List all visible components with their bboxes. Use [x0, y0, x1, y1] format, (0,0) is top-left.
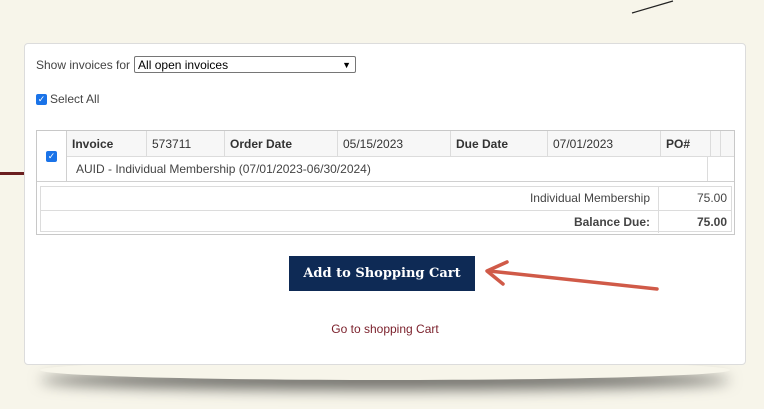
invoice-filter-row: Show invoices for All open invoices ▼ [36, 56, 357, 73]
po-label: PO# [661, 131, 711, 157]
invoice-header: ✓ Invoice 573711 Order Date 05/15/2023 D… [37, 131, 734, 182]
invoice-number: 573711 [147, 131, 225, 157]
line-item-amount: 75.00 [696, 191, 727, 205]
invoice-checkbox-cell: ✓ [37, 131, 67, 181]
select-all-checkbox[interactable]: ✓ [36, 93, 47, 105]
table-spacer-cell [721, 131, 734, 157]
line-item-label: Individual Membership [41, 187, 659, 210]
decorative-line [631, 0, 674, 14]
select-all-label[interactable]: Select All [50, 92, 99, 106]
filter-selected-value: All open invoices [138, 57, 229, 72]
invoice-description: AUID - Individual Membership (07/01/2023… [67, 157, 708, 181]
line-item-row: Individual Membership 75.00 [41, 187, 731, 210]
po-value [711, 131, 721, 157]
filter-label: Show invoices for [36, 57, 131, 72]
due-date-label: Due Date [451, 131, 548, 157]
order-date-label: Order Date [225, 131, 338, 157]
order-date-value: 05/15/2023 [338, 131, 451, 157]
balance-due-amount: 75.00 [696, 215, 727, 229]
balance-due-label: Balance Due: [41, 211, 659, 233]
go-to-shopping-cart-link[interactable]: Go to shopping Cart [25, 322, 745, 336]
add-to-shopping-cart-button[interactable]: Add to Shopping Cart [289, 256, 475, 291]
invoice-label: Invoice [67, 131, 147, 157]
invoice-line-items: Individual Membership 75.00 Balance Due:… [40, 186, 732, 233]
invoice-checkbox[interactable]: ✓ [46, 150, 57, 162]
invoice-table: ✓ Invoice 573711 Order Date 05/15/2023 D… [36, 130, 735, 235]
due-date-value: 07/01/2023 [548, 131, 661, 157]
invoice-panel: Show invoices for All open invoices ▼ ✓ … [24, 43, 746, 365]
chevron-down-icon: ▼ [342, 59, 352, 70]
invoice-meta-row: Invoice 573711 Order Date 05/15/2023 Due… [67, 131, 734, 157]
balance-row: Balance Due: 75.00 [41, 210, 731, 233]
arrow-left-icon [485, 260, 659, 291]
invoice-filter-select[interactable]: All open invoices ▼ [134, 56, 357, 73]
select-all-row: ✓ Select All [36, 92, 99, 106]
